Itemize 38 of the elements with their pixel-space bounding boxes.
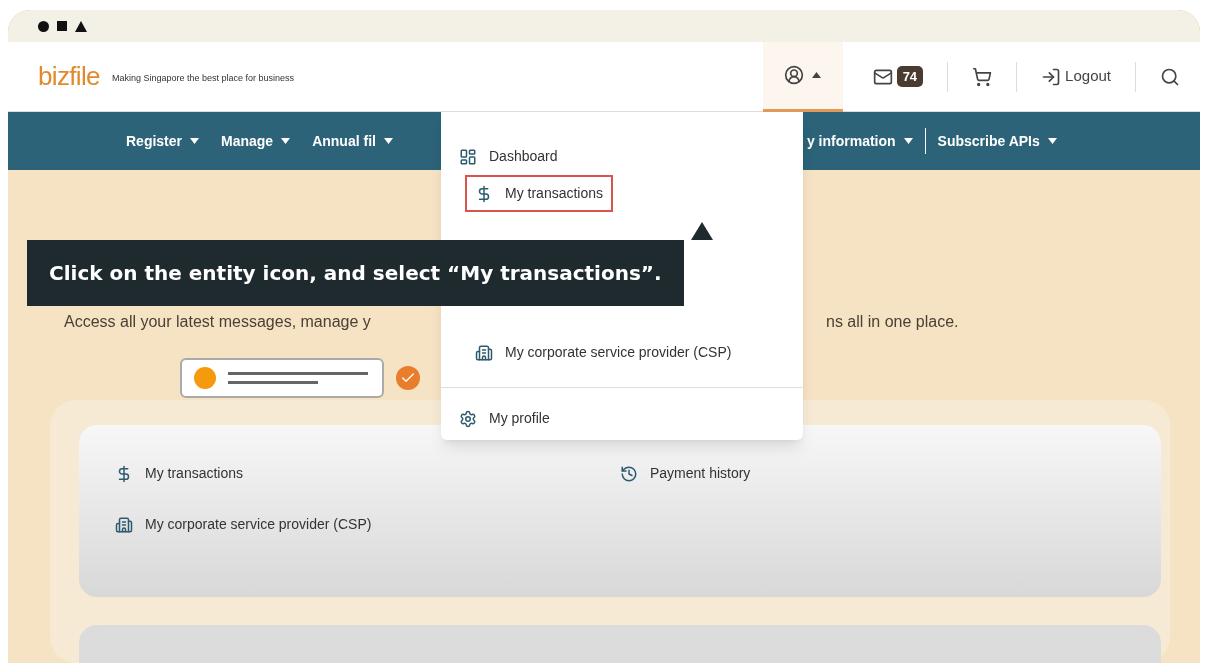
nav-menu-item[interactable]: Annual fil [312, 130, 393, 152]
nav-menu-item[interactable]: Subscribe APIs [937, 130, 1057, 152]
building-icon [115, 515, 133, 534]
hero-subtitle: Access all your latest messages, manage y [64, 312, 371, 332]
account-menu-item[interactable]: My corporate service provider (CSP) [467, 336, 740, 369]
quick-link[interactable]: Payment history [620, 463, 751, 484]
mail-button[interactable]: 74 [872, 65, 924, 88]
caption-text: Click on the entity icon, and select “My transactions”. [27, 240, 684, 306]
mail-count-badge: 74 [896, 65, 924, 88]
account-menu-button[interactable] [762, 41, 843, 112]
history-icon [620, 464, 638, 483]
nav-menu-item[interactable]: y information [806, 130, 913, 152]
window-square-icon [57, 21, 67, 31]
building-icon [475, 343, 493, 362]
quick-link[interactable]: My transactions [115, 463, 244, 484]
nav-menu-item[interactable]: Register [126, 130, 200, 152]
settings-icon [459, 409, 477, 428]
nav-menu-item[interactable]: Manage [221, 130, 291, 152]
logout-icon [1041, 66, 1062, 87]
caret-icon [1047, 138, 1057, 144]
caret-icon [812, 72, 822, 78]
search-icon[interactable] [1160, 66, 1180, 87]
caret-icon [383, 138, 393, 144]
caret-icon [281, 138, 291, 144]
dashboard-icon [459, 147, 477, 166]
hero-subtitle: ns all in one place. [826, 312, 959, 332]
account-menu-item[interactable]: My profile [451, 402, 558, 435]
quick-link[interactable]: My corporate service provider (CSP) [115, 514, 372, 535]
account-menu-item[interactable]: Dashboard [451, 140, 566, 173]
caret-icon [190, 138, 200, 144]
caret-icon [903, 138, 913, 144]
tagline: Making Singapore the best place for business [111, 71, 295, 85]
logout-button[interactable]: Logout [1041, 65, 1111, 88]
window-triangle-icon [75, 20, 87, 32]
cart-icon[interactable] [972, 66, 993, 87]
account-menu-item[interactable]: My transactions [467, 177, 612, 210]
user-icon [784, 65, 805, 85]
caption-pointer-icon [691, 222, 713, 240]
